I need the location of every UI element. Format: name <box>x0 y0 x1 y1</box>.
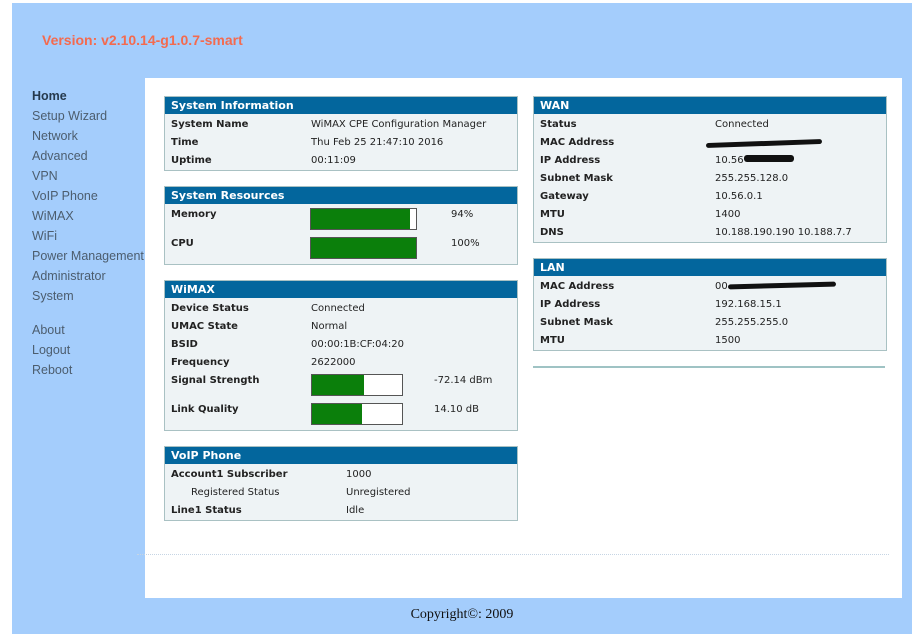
memory-value: 94% <box>451 209 474 220</box>
cpu-bar <box>310 237 417 259</box>
row-label: MTU <box>540 335 565 346</box>
panel-title: System Resources <box>165 187 517 204</box>
signal-strength-bar <box>311 374 403 396</box>
signal-strength-label: Signal Strength <box>171 375 260 386</box>
lan-mtu-value: 1500 <box>715 335 741 346</box>
cpu-bar-fill <box>311 238 416 258</box>
lan-mac-value: 00 <box>715 281 728 292</box>
row-label: BSID <box>171 339 198 350</box>
link-quality-label: Link Quality <box>171 404 239 415</box>
row-label: Registered Status <box>191 487 280 498</box>
row-label: Subnet Mask <box>540 317 613 328</box>
nav-setup-wizard[interactable]: Setup Wizard <box>32 109 107 123</box>
wan-dns-value: 10.188.190.190 10.188.7.7 <box>715 227 852 238</box>
nav-system[interactable]: System <box>32 289 74 303</box>
nav-about[interactable]: About <box>32 323 65 337</box>
wan-status-value: Connected <box>715 119 769 130</box>
voip-phone-panel: VoIP Phone Account1 Subscriber 1000 Regi… <box>164 446 518 521</box>
row-label: MTU <box>540 209 565 220</box>
wan-mtu-value: 1400 <box>715 209 741 220</box>
lan-subnet-value: 255.255.255.0 <box>715 317 789 328</box>
signal-strength-value: -72.14 dBm <box>434 375 493 386</box>
panel-title: VoIP Phone <box>165 447 517 464</box>
umac-state-value: Normal <box>311 321 348 332</box>
row-label: Time <box>171 137 199 148</box>
nav-advanced[interactable]: Advanced <box>32 149 88 163</box>
content-divider <box>137 554 889 555</box>
redaction-mark <box>727 281 837 290</box>
panel-title: LAN <box>534 259 886 276</box>
row-label: UMAC State <box>171 321 238 332</box>
memory-label: Memory <box>171 209 217 220</box>
section-divider <box>533 366 885 368</box>
nav-administrator[interactable]: Administrator <box>32 269 106 283</box>
cpu-label: CPU <box>171 238 194 249</box>
nav-logout[interactable]: Logout <box>32 343 70 357</box>
row-label: Account1 Subscriber <box>171 469 288 480</box>
link-quality-value: 14.10 dB <box>434 404 480 415</box>
row-label: System Name <box>171 119 249 130</box>
cpu-value: 100% <box>451 238 480 249</box>
device-status-value: Connected <box>311 303 365 314</box>
nav-home[interactable]: Home <box>32 89 67 103</box>
registered-status-value: Unregistered <box>346 487 411 498</box>
row-label: Status <box>540 119 577 130</box>
panel-title: WiMAX <box>165 281 517 298</box>
lan-ip-value: 192.168.15.1 <box>715 299 782 310</box>
row-label: MAC Address <box>540 281 615 292</box>
redaction-mark <box>744 155 794 162</box>
system-name-value: WiMAX CPE Configuration Manager <box>311 119 487 130</box>
nav-wifi[interactable]: WiFi <box>32 229 57 243</box>
frequency-value: 2622000 <box>311 357 356 368</box>
link-quality-bar <box>311 403 403 425</box>
wan-ip-value: 10.56 <box>715 155 744 166</box>
uptime-value: 00:11:09 <box>311 155 356 166</box>
lan-panel: LAN MAC Address 00 IP Address 192.168.15… <box>533 258 887 351</box>
nav-vpn[interactable]: VPN <box>32 169 58 183</box>
wan-gateway-value: 10.56.0.1 <box>715 191 763 202</box>
wan-panel: WAN Status Connected MAC Address IP Addr… <box>533 96 887 243</box>
panel-title: WAN <box>534 97 886 114</box>
link-quality-bar-fill <box>312 404 362 424</box>
copyright-text: Copyright©: 2009 <box>410 607 514 622</box>
line1-status-value: Idle <box>346 505 365 516</box>
memory-bar <box>310 208 417 230</box>
panel-title: System Information <box>165 97 517 114</box>
nav-wimax[interactable]: WiMAX <box>32 209 74 223</box>
row-label: DNS <box>540 227 564 238</box>
system-resources-panel: System Resources Memory 94% CPU 100% <box>164 186 518 265</box>
account1-subscriber-value: 1000 <box>346 469 372 480</box>
nav-voip-phone[interactable]: VoIP Phone <box>32 189 98 203</box>
time-value: Thu Feb 25 21:47:10 2016 <box>311 137 444 148</box>
row-label: Subnet Mask <box>540 173 613 184</box>
system-information-panel: System Information System Name WiMAX CPE… <box>164 96 518 171</box>
signal-strength-bar-fill <box>312 375 365 395</box>
row-label: IP Address <box>540 299 601 310</box>
row-label: MAC Address <box>540 137 615 148</box>
wimax-panel: WiMAX Device Status Connected UMAC State… <box>164 280 518 431</box>
nav-reboot[interactable]: Reboot <box>32 363 72 377</box>
row-label: Frequency <box>171 357 230 368</box>
redaction-mark <box>705 138 823 149</box>
row-label: Uptime <box>171 155 212 166</box>
row-label: IP Address <box>540 155 601 166</box>
nav-network[interactable]: Network <box>32 129 78 143</box>
nav-power-management[interactable]: Power Management <box>32 249 144 263</box>
row-label: Gateway <box>540 191 589 202</box>
row-label: Line1 Status <box>171 505 242 516</box>
version-label: Version: v2.10.14-g1.0.7-smart <box>42 32 243 48</box>
memory-bar-fill <box>311 209 410 229</box>
bsid-value: 00:00:1B:CF:04:20 <box>311 339 404 350</box>
row-label: Device Status <box>171 303 249 314</box>
wan-subnet-value: 255.255.128.0 <box>715 173 789 184</box>
